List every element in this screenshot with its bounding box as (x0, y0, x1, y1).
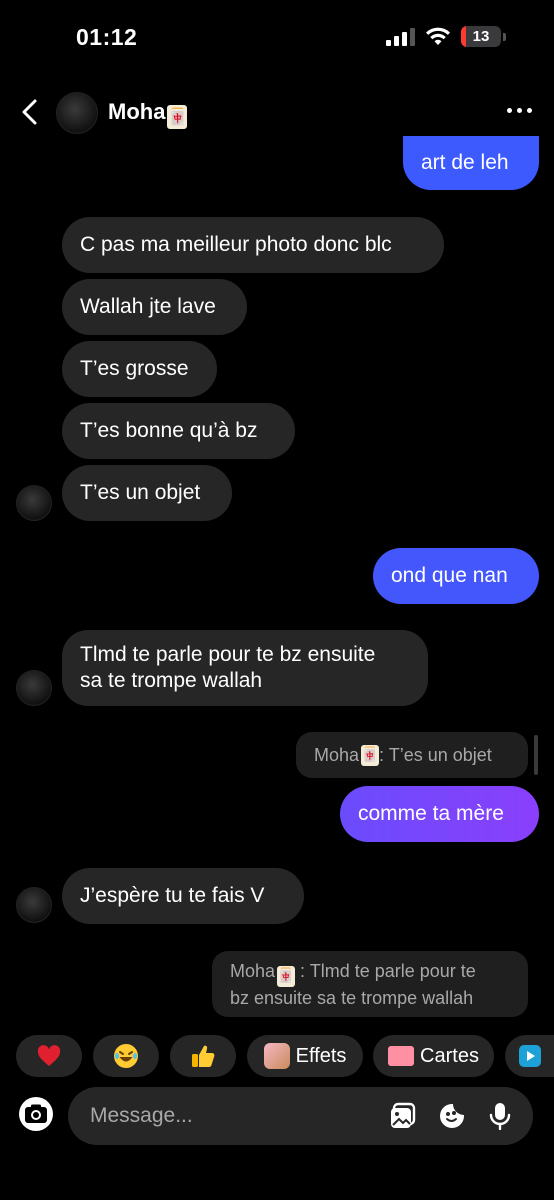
message-bubble-incoming[interactable]: T’es grosse (62, 341, 217, 397)
reply-indicator-bar (534, 735, 538, 775)
mahjong-emoji: 🀄 (361, 744, 380, 766)
status-icons: 13 (386, 26, 506, 47)
effects-label: Effets (295, 1044, 347, 1067)
quick-reaction-laugh[interactable] (93, 1035, 159, 1077)
sticker-icon[interactable] (438, 1102, 466, 1130)
heart-icon (37, 1045, 61, 1066)
message-bubble-incoming[interactable]: Tlmd te parle pour te bz ensuite sa te t… (62, 630, 428, 706)
contact-name-text: Moha (108, 99, 166, 124)
media-play-icon (519, 1045, 541, 1067)
cards-label: Cartes (420, 1044, 479, 1067)
laughing-emoji-icon (114, 1044, 138, 1068)
effects-button[interactable]: Effets (247, 1035, 363, 1077)
reply-line: bz ensuite sa te trompe wallah (230, 987, 474, 1008)
message-text-line: sa te trompe wallah (80, 669, 263, 692)
sender-avatar[interactable] (16, 670, 52, 706)
battery-percent: 13 (472, 28, 490, 45)
reply-preview[interactable]: Moha 🀄 : Tlmd te parle pour te bz ensuite… (212, 951, 528, 1017)
more-options-icon[interactable] (507, 108, 532, 113)
cards-icon (388, 1046, 415, 1066)
sender-avatar[interactable] (16, 485, 52, 521)
reply-preview[interactable]: Moha 🀄 : T’es un objet (296, 732, 528, 778)
message-bubble-outgoing[interactable]: comme ta mère (340, 786, 539, 842)
message-bubble-incoming[interactable]: J’espère tu te fais V (62, 868, 304, 924)
message-text: T’es un objet (80, 481, 201, 504)
thumbs-up-icon (192, 1045, 215, 1067)
quick-reaction-heart[interactable] (16, 1035, 82, 1077)
microphone-icon[interactable] (486, 1102, 514, 1130)
sender-avatar[interactable] (16, 887, 52, 923)
reply-line: Moha 🀄 : Tlmd te parle pour te (230, 960, 476, 987)
camera-icon[interactable] (18, 1096, 54, 1132)
cards-button[interactable]: Cartes (373, 1035, 494, 1077)
message-text: T’es bonne qu’à bz (80, 419, 258, 442)
reply-name: Moha (230, 960, 276, 981)
gallery-icon[interactable] (390, 1102, 418, 1130)
reply-name: Moha (314, 745, 360, 765)
message-text: J’espère tu te fais V (80, 884, 265, 907)
status-time: 01:12 (76, 24, 138, 50)
battery-icon: 13 (461, 26, 501, 47)
contact-name[interactable]: Moha 🀄 (108, 99, 188, 129)
message-text: comme ta mère (358, 802, 504, 825)
message-text: ond que nan (391, 564, 508, 587)
message-bubble-incoming[interactable]: C pas ma meilleur photo donc blc (62, 217, 444, 273)
reply-text: : T’es un objet (379, 745, 492, 765)
message-text: T’es grosse (80, 357, 189, 380)
message-text-line: Tlmd te parle pour te bz ensuite (80, 643, 376, 666)
quick-reaction-thumbs-up[interactable] (170, 1035, 236, 1077)
mahjong-emoji: 🀄 (277, 965, 296, 987)
chat-screen: 01:12 13 Moha 🀄 art de leh C pas ma meill… (0, 0, 554, 1200)
chat-header: Moha 🀄 (0, 84, 554, 140)
cellular-signal-icon (386, 27, 415, 46)
mahjong-emoji: 🀄 (167, 105, 188, 129)
more-actions-button[interactable] (505, 1035, 554, 1077)
message-composer (68, 1087, 533, 1145)
contact-avatar[interactable] (56, 92, 98, 134)
message-input[interactable] (90, 1087, 370, 1145)
effects-icon (263, 1043, 290, 1069)
message-bubble-outgoing[interactable]: art de leh (403, 136, 539, 190)
reply-text: : Tlmd te parle pour te (295, 960, 476, 981)
back-chevron-icon[interactable] (16, 96, 44, 128)
message-text: C pas ma meilleur photo donc blc (80, 233, 392, 256)
message-bubble-outgoing[interactable]: ond que nan (373, 548, 539, 604)
message-text: art de leh (421, 151, 509, 174)
message-text: Wallah jte lave (80, 295, 216, 318)
message-bubble-incoming[interactable]: Wallah jte lave (62, 279, 247, 335)
battery-cap (503, 32, 506, 41)
message-bubble-incoming[interactable]: T’es bonne qu’à bz (62, 403, 295, 459)
message-bubble-incoming[interactable]: T’es un objet (62, 465, 232, 521)
wifi-icon (426, 27, 450, 45)
